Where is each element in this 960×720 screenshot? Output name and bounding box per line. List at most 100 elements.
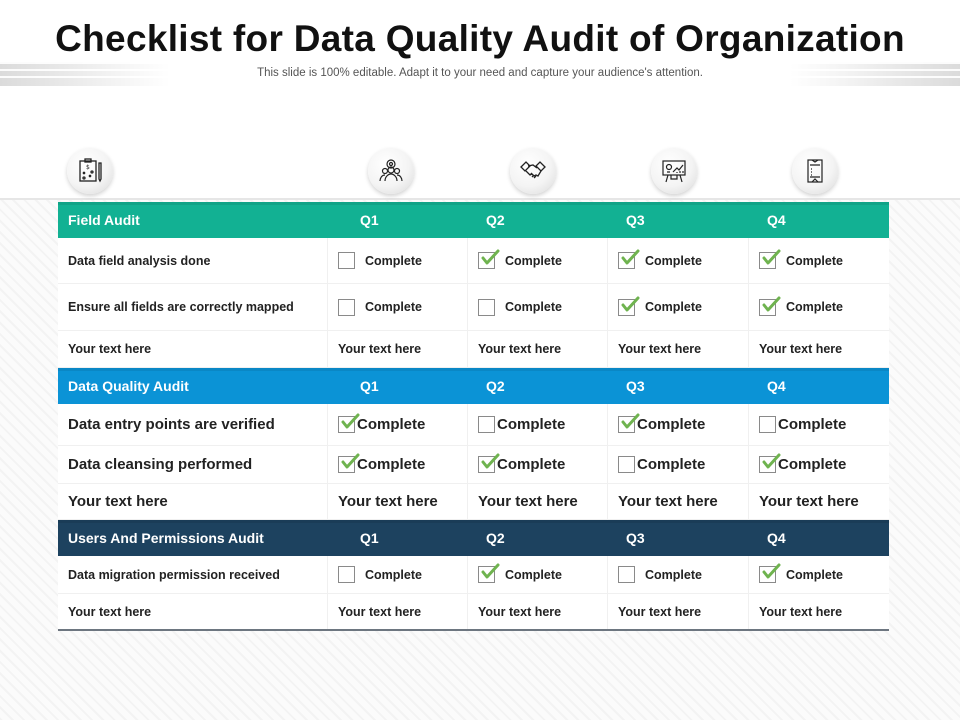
checklist-cell: Complete [749, 556, 889, 593]
svg-text:$: $ [86, 164, 90, 171]
unchecked-checkbox[interactable] [618, 566, 635, 583]
unchecked-checkbox[interactable] [338, 566, 355, 583]
quarter-header: Q1 [360, 378, 379, 394]
checked-checkbox[interactable] [618, 413, 640, 433]
row-label: Data cleansing performed [58, 446, 328, 483]
placeholder-cell: Your text here [468, 331, 608, 367]
quarter-header: Q4 [767, 212, 786, 228]
checklist-cell: Complete [468, 238, 608, 283]
checked-checkbox[interactable] [338, 453, 360, 473]
table-row: Your text here Your text here Your text he… [58, 331, 889, 368]
row-label: Data migration permission received [58, 556, 328, 593]
checked-checkbox[interactable] [759, 249, 781, 269]
status-text: Complete [637, 456, 706, 473]
status-text: Complete [365, 253, 422, 268]
status-text: Complete [637, 416, 706, 433]
checklist-cell: Complete [749, 404, 889, 445]
checklist-cell: Complete [749, 284, 889, 330]
status-text: Complete [778, 416, 847, 433]
placeholder-cell: Your text here [328, 594, 468, 629]
unchecked-checkbox[interactable] [618, 456, 635, 473]
audit-checklist-table: Field Audit Q1 Q2 Q3 Q4 Data field analysis d… [58, 202, 889, 631]
placeholder-cell: Your text here [608, 594, 749, 629]
checklist-cell: Complete [328, 446, 468, 483]
status-text: Complete [778, 456, 847, 473]
checked-checkbox[interactable] [478, 563, 500, 583]
unchecked-checkbox[interactable] [759, 416, 776, 433]
placeholder-text: Your text here [338, 342, 422, 356]
placeholder-text: Your text here [618, 604, 702, 619]
placeholder-text: Your text here [338, 493, 438, 510]
placeholder-cell: Your text here [608, 484, 749, 519]
row-label: Your text here [58, 484, 328, 519]
placeholder-cell: Your text here [468, 594, 608, 629]
status-text: Complete [357, 416, 426, 433]
unchecked-checkbox[interactable] [478, 416, 495, 433]
table-row: Your text here Your text here Your text he… [58, 594, 889, 631]
checked-checkbox[interactable] [618, 249, 640, 269]
handshake-icon [510, 148, 556, 194]
page-title: Checklist for Data Quality Audit of Orga… [55, 18, 905, 59]
quarter-header: Q3 [626, 212, 645, 228]
checklist-cell: Complete [608, 284, 749, 330]
placeholder-cell: Your text here [328, 484, 468, 519]
checklist-cell: Complete [608, 446, 749, 483]
checklist-cell: Complete [608, 556, 749, 593]
placeholder-text: Your text here [618, 342, 702, 356]
team-gear-icon [368, 148, 414, 194]
placeholder-text: Your text here [618, 493, 718, 510]
row-label: Your text here [58, 331, 328, 367]
checked-checkbox[interactable] [618, 296, 640, 316]
table-row: Ensure all fields are correctly mapped Co… [58, 284, 889, 331]
checklist-cell: Complete [468, 284, 608, 330]
section-title: Field Audit [68, 212, 140, 228]
quarter-header: Q2 [486, 378, 505, 394]
placeholder-text: Your text here [759, 342, 843, 356]
checklist-cell: Complete [328, 238, 468, 283]
checked-checkbox[interactable] [759, 563, 781, 583]
checklist-cell: Complete [328, 404, 468, 445]
status-text: Complete [645, 567, 702, 582]
placeholder-text: Your text here [478, 493, 578, 510]
checklist-cell: Complete [468, 404, 608, 445]
placeholder-text: Your text here [478, 604, 562, 619]
placeholder-text: Your text here [338, 604, 422, 619]
quarter-header: Q2 [486, 530, 505, 546]
status-text: Complete [497, 456, 566, 473]
section-header: Field Audit Q1 Q2 Q3 Q4 [58, 202, 889, 238]
table-row: Data cleansing performed Complete Complete… [58, 446, 889, 484]
quarter-header: Q4 [767, 378, 786, 394]
status-text: Complete [645, 253, 702, 268]
unchecked-checkbox[interactable] [478, 298, 495, 316]
placeholder-text: Your text here [759, 604, 843, 619]
table-row: Your text here Your text here Your text he… [58, 484, 889, 520]
unchecked-checkbox[interactable] [338, 298, 355, 316]
status-text: Complete [786, 567, 843, 582]
checklist-cell: Complete [608, 404, 749, 445]
quarter-header: Q1 [360, 212, 379, 228]
presentation-chart-icon [651, 148, 697, 194]
status-text: Complete [645, 300, 702, 314]
section-title: Users And Permissions Audit [68, 530, 264, 546]
checked-checkbox[interactable] [338, 413, 360, 433]
row-label: Your text here [58, 594, 328, 629]
checked-checkbox[interactable] [478, 453, 500, 473]
status-text: Complete [357, 456, 426, 473]
status-text: Complete [786, 253, 843, 268]
checklist-cell: Complete [749, 446, 889, 483]
quarter-header: Q3 [626, 378, 645, 394]
placeholder-cell: Your text here [328, 331, 468, 367]
status-text: Complete [505, 253, 562, 268]
section-title: Data Quality Audit [68, 378, 189, 394]
table-row: Data migration permission received Comple… [58, 556, 889, 594]
checked-checkbox[interactable] [759, 453, 781, 473]
placeholder-cell: Your text here [749, 484, 889, 519]
status-text: Complete [786, 300, 843, 314]
placeholder-cell: Your text here [468, 484, 608, 519]
row-label: Ensure all fields are correctly mapped [58, 284, 328, 330]
checked-checkbox[interactable] [759, 296, 781, 316]
checked-checkbox[interactable] [478, 249, 500, 269]
placeholder-text: Your text here [759, 493, 859, 510]
unchecked-checkbox[interactable] [338, 252, 355, 269]
placeholder-cell: Your text here [608, 331, 749, 367]
